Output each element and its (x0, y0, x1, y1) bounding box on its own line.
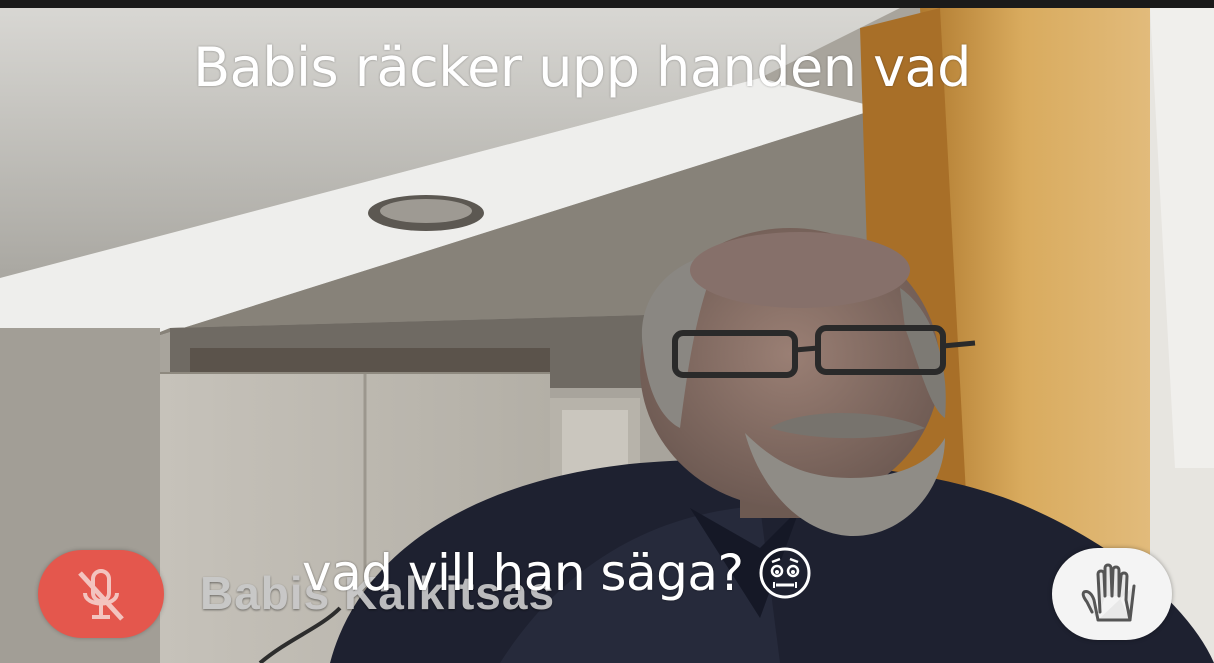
participant-video-tile: Babis räcker upp handen vad Babis Kalkit… (0, 8, 1214, 663)
top-strip (0, 0, 1214, 8)
caption-bottom-text: vad vill han säga? (302, 544, 744, 602)
caption-bottom: vad vill han säga? (302, 544, 812, 602)
mic-off-icon (78, 569, 124, 621)
mute-toggle-button[interactable] (38, 550, 164, 638)
raised-hand-icon (1081, 563, 1136, 622)
raised-hand-indicator[interactable] (1052, 548, 1172, 640)
worried-face-icon (759, 547, 811, 599)
caption-top: Babis räcker upp handen vad (193, 36, 971, 99)
